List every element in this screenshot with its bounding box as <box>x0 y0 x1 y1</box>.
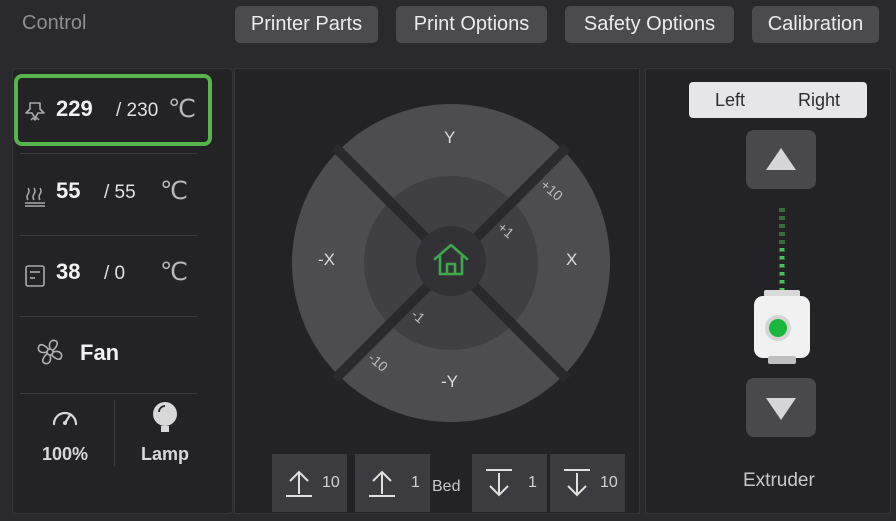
speedometer-icon <box>52 411 78 426</box>
bed-up-1-label: 1 <box>411 474 420 491</box>
jog-x-minus[interactable]: -X <box>318 250 335 270</box>
page-title: Control <box>22 12 87 34</box>
jog-x-plus[interactable]: X <box>566 250 577 270</box>
bed-temp-row[interactable]: 55 / 55 ℃ <box>20 156 198 236</box>
bed-down-10-label: 10 <box>600 474 618 491</box>
tab-safety-options[interactable]: Safety Options <box>565 6 734 43</box>
speed-button[interactable]: 100% <box>15 396 115 470</box>
extruder-left-right-switch[interactable]: Left Right <box>689 82 867 118</box>
fan-row[interactable]: Fan <box>20 318 198 394</box>
bed-temp-unit: ℃ <box>160 177 189 205</box>
bed-current-temp: 55 <box>56 178 81 203</box>
chamber-temp-unit: ℃ <box>160 258 189 286</box>
nozzle-highlight <box>14 74 212 146</box>
arrow-down-icon <box>564 469 590 497</box>
tab-print-options[interactable]: Print Options <box>396 6 547 43</box>
tab-calibration[interactable]: Calibration <box>752 6 879 43</box>
home-icon <box>433 243 469 276</box>
switch-right-label[interactable]: Right <box>798 90 840 111</box>
home-button[interactable] <box>416 226 486 296</box>
bed-up-10-button[interactable]: 10 <box>272 454 347 512</box>
tab-printer-parts[interactable]: Printer Parts <box>235 6 378 43</box>
bed-down-10-button[interactable]: 10 <box>550 454 625 512</box>
triangle-down-icon <box>766 398 796 420</box>
jog-y-minus[interactable]: -Y <box>441 372 458 392</box>
bed-down-1-button[interactable]: 1 <box>472 454 547 512</box>
lamp-icon <box>153 402 177 432</box>
chamber-current-temp: 38 <box>56 259 81 284</box>
chamber-target-temp: / 0 <box>104 263 126 284</box>
switch-left-label[interactable]: Left <box>715 90 745 111</box>
extruder-illustration <box>754 208 810 364</box>
arrow-down-icon <box>486 469 512 497</box>
extruder-label: Extruder <box>743 470 815 491</box>
speed-label: 100% <box>41 444 89 464</box>
extrude-up-button[interactable] <box>746 130 816 189</box>
fan-label: Fan <box>80 340 120 365</box>
top-bar: Control Printer Parts Print Options Safe… <box>0 0 896 52</box>
extrude-down-button[interactable] <box>746 378 816 437</box>
triangle-up-icon <box>766 148 796 170</box>
fan-icon <box>37 339 63 365</box>
chamber-icon <box>25 265 45 287</box>
jog-y-plus[interactable]: Y <box>444 128 455 148</box>
lamp-button[interactable]: Lamp <box>115 396 215 470</box>
bed-up-1-button[interactable]: 1 <box>355 454 430 512</box>
heatbed-icon <box>25 187 45 207</box>
chamber-temp-row[interactable]: 38 / 0 ℃ <box>20 237 198 317</box>
bed-up-10-label: 10 <box>322 474 340 491</box>
lamp-label: Lamp <box>140 444 189 464</box>
arrow-up-icon <box>286 470 312 497</box>
arrow-up-icon <box>369 470 395 497</box>
bed-down-1-label: 1 <box>528 474 537 491</box>
bed-label: Bed <box>432 478 461 495</box>
bed-target-temp: / 55 <box>104 182 136 203</box>
